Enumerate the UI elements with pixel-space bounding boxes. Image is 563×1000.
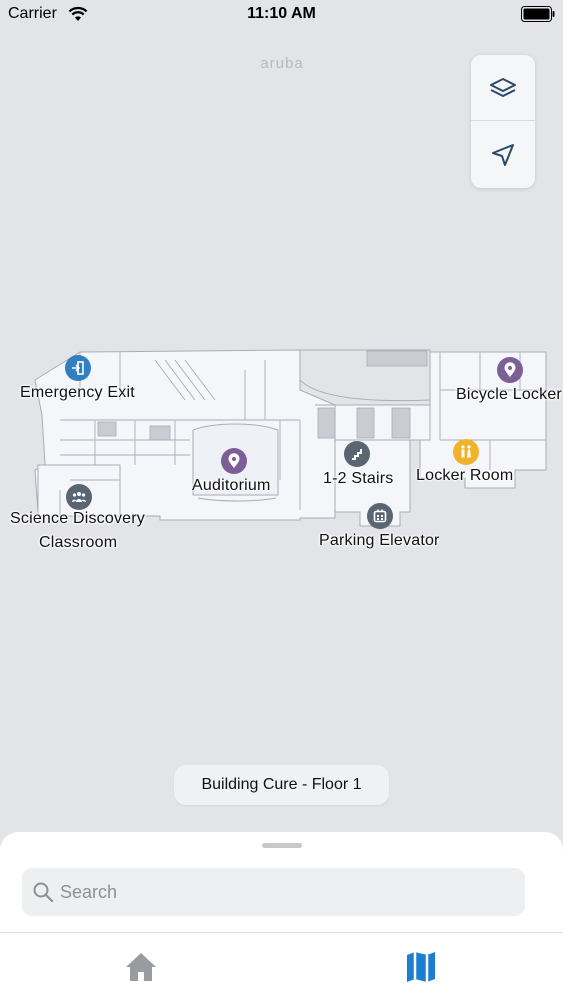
map-icon xyxy=(407,952,435,982)
parking-elevator-label: Parking Elevator xyxy=(319,532,440,549)
status-bar: Carrier 11:10 AM xyxy=(0,0,563,30)
locker-room-label: Locker Room xyxy=(416,467,514,484)
floor-selector[interactable]: Building Cure - Floor 1 xyxy=(174,765,389,805)
bottom-sheet xyxy=(0,832,563,1000)
locate-me-button[interactable] xyxy=(471,122,535,188)
pin-icon xyxy=(228,453,240,468)
science-classroom-label-line2: Classroom xyxy=(39,534,118,551)
bicycle-locker-label: Bicycle Locker xyxy=(456,386,562,403)
tab-home[interactable] xyxy=(121,949,161,985)
exit-icon xyxy=(72,361,84,375)
elevator-icon xyxy=(373,509,387,523)
restroom-icon xyxy=(461,445,471,458)
sheet-drag-handle[interactable] xyxy=(262,843,302,848)
brand-logo: aruba xyxy=(260,55,304,72)
science-classroom-marker[interactable] xyxy=(66,484,92,510)
layers-button[interactable] xyxy=(471,55,535,121)
map-controls xyxy=(471,55,535,188)
stairs-marker[interactable] xyxy=(344,441,370,467)
home-icon xyxy=(126,953,156,981)
emergency-exit-label: Emergency Exit xyxy=(20,384,135,401)
science-classroom-label-line1: Science Discovery xyxy=(10,510,146,527)
group-icon xyxy=(72,492,86,502)
stairs-label: 1-2 Stairs xyxy=(323,470,394,487)
battery-icon xyxy=(521,6,555,22)
bicycle-locker-marker[interactable] xyxy=(497,357,523,383)
tab-bar xyxy=(0,933,563,1000)
status-time: 11:10 AM xyxy=(247,5,316,22)
location-arrow-icon xyxy=(492,144,514,166)
auditorium-marker[interactable] xyxy=(221,448,247,474)
stairs-icon xyxy=(352,449,362,460)
locker-room-marker[interactable] xyxy=(453,439,479,465)
search-input[interactable] xyxy=(60,868,510,916)
auditorium-label: Auditorium xyxy=(192,477,271,494)
search-bar[interactable] xyxy=(22,868,525,916)
tab-map[interactable] xyxy=(401,949,441,985)
layers-icon xyxy=(490,77,516,97)
parking-elevator-marker[interactable] xyxy=(367,503,393,529)
search-icon xyxy=(33,882,54,903)
emergency-exit-marker[interactable] xyxy=(65,355,91,381)
pin-icon xyxy=(504,362,516,377)
